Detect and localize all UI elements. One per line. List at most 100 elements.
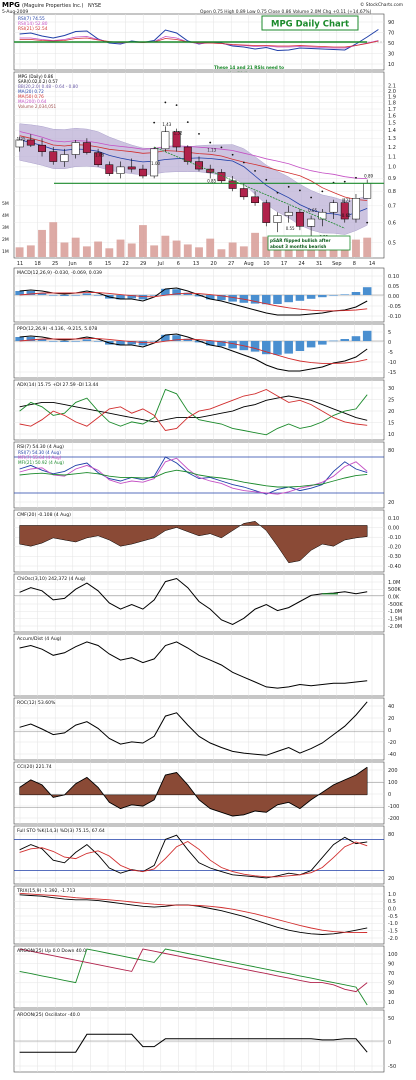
macd-histogram-bar [273, 295, 282, 304]
rsi_mfi-ytick: 80 [388, 448, 394, 454]
adx-panel [13, 379, 385, 441]
ppo-histogram-bar [228, 341, 237, 349]
aroon-ytick: 10 [388, 1000, 394, 1006]
volume-ytick: 4M [2, 213, 9, 219]
trix-ytick: 0.5 [388, 899, 396, 905]
aroon-ytick: 30 [388, 990, 394, 996]
cci-title: CCI(20) 221.74 [17, 764, 52, 770]
volume-bar [82, 246, 91, 257]
ppo-histogram-bar [351, 336, 361, 341]
ticker-symbol: MPG [2, 1, 20, 9]
candle-body [71, 142, 80, 155]
x-axis-label: Sep [332, 261, 341, 267]
roc-ytick: 0 [388, 728, 391, 734]
trix-ytick: -2.0 [388, 936, 398, 942]
volume-bar [217, 249, 226, 257]
chaikin_osc-ytick: 1.0M [388, 580, 400, 586]
psar-dot [198, 132, 200, 135]
price-label: 0.85 [207, 179, 216, 184]
adx-ytick: 20 [388, 409, 394, 415]
volume-bar [38, 229, 46, 257]
psar-annotation-line1: pSAR flipped bullish after [270, 238, 331, 243]
adx-ytick: 25 [388, 397, 394, 403]
volume-bar [195, 247, 203, 257]
ppo-histogram-bar [82, 339, 92, 341]
candle-body [127, 166, 136, 170]
macd-histogram-bar [93, 295, 103, 296]
price-ytick: 0.7 [388, 204, 396, 210]
full_sto-panel [13, 825, 385, 885]
psar-dot [164, 101, 167, 104]
price-label: 1.32 [174, 131, 183, 136]
x-axis-label: 31 [316, 261, 322, 267]
chart-title-annotation: MPG Daily Chart [271, 20, 349, 30]
cci-ytick: 0 [388, 792, 391, 798]
psar-dot [153, 121, 156, 124]
price-ytick: 0.6 [388, 220, 396, 226]
ppo-ytick: -10 [388, 360, 396, 366]
psar-dot [343, 180, 346, 183]
candle-body [284, 211, 293, 216]
x-axis-label: 22 [122, 261, 128, 267]
price-ytick: 1.0 [388, 165, 396, 171]
macd-histogram-bar [48, 295, 58, 296]
volume-bar [172, 240, 181, 257]
volume-bar [228, 242, 237, 257]
psar-dot [254, 169, 256, 172]
cmf-ytick: -0.20 [388, 545, 401, 551]
rsi-legend: RSI(21) 52.54 [18, 26, 48, 32]
accum_dist-panel [13, 633, 385, 697]
volume-ytick: 1M [2, 249, 9, 255]
x-axis-label: 10 [263, 261, 269, 267]
volume-ytick: 5M [2, 201, 9, 207]
macd-ytick: -0.05 [388, 304, 401, 310]
psar-dot [242, 161, 245, 164]
volume-bar [206, 238, 215, 257]
aroon-title: AROON(25) Up 0.0 Down 40.0 [17, 948, 86, 954]
x-axis-label: Aug [244, 261, 254, 267]
price-ytick: 1.2 [388, 145, 396, 151]
volume-bar [161, 235, 170, 257]
x-axis-label: 8 [353, 261, 356, 267]
trix-ytick: -0.5 [388, 914, 398, 920]
macd-ytick: 0.05 [388, 284, 399, 290]
candle-body [38, 144, 46, 152]
candle-body [26, 139, 35, 146]
ppo-histogram-bar [362, 330, 372, 341]
volume-ytick: 3M [2, 225, 9, 231]
price-label: 1.25 [17, 137, 26, 142]
x-axis-label: 14 [369, 261, 375, 267]
accum_dist-title: Accum/Dist (4 Aug) [17, 636, 62, 642]
macd-histogram-bar [161, 288, 170, 295]
candle-body [318, 211, 327, 220]
ppo-histogram-bar [340, 339, 350, 341]
chaikin_osc-ytick: -1.5M [388, 616, 402, 622]
volume-bar [363, 237, 372, 257]
stock-chart: MPG (Maguire Properties Inc.) NYSE 5-Aug… [2, 1, 403, 1073]
psar-dot [299, 189, 301, 192]
psar-dot [265, 178, 268, 181]
rsi-annotation-line1: These 14 and 21 RSIs need to [214, 65, 284, 70]
rsi-ytick: 10 [388, 62, 394, 68]
ppo-title: PPO(12,26,9) -4.136, -9.215, 5.078 [17, 326, 97, 332]
x-axis-label: 11 [17, 261, 23, 267]
x-axis-label: 24 [298, 261, 304, 267]
x-axis-label: 27 [228, 261, 234, 267]
x-axis-label: 25 [52, 261, 58, 267]
volume-bar [116, 239, 125, 257]
macd-histogram-bar [60, 295, 69, 296]
volume-bar [150, 245, 159, 257]
macd-histogram-bar [71, 295, 80, 296]
trix-ytick: 0.0 [388, 906, 396, 912]
candle-body [138, 168, 147, 177]
price-legend: Volume 2,034,051 [18, 104, 57, 109]
price-label: 1.43 [162, 122, 171, 127]
chaikin_osc-ytick: -500K [388, 602, 403, 608]
psar-dot [355, 176, 357, 179]
chaikin_osc-title: ChiOsc(3,10) 242,372 (4 Aug) [17, 576, 86, 582]
macd-ytick: -0.10 [388, 314, 401, 320]
psar-dot [310, 196, 313, 199]
aroon-ytick: 100 [388, 952, 398, 958]
chaikin_osc-ytick: 0.0K [388, 594, 400, 600]
price-ytick: 1.1 [388, 154, 396, 160]
